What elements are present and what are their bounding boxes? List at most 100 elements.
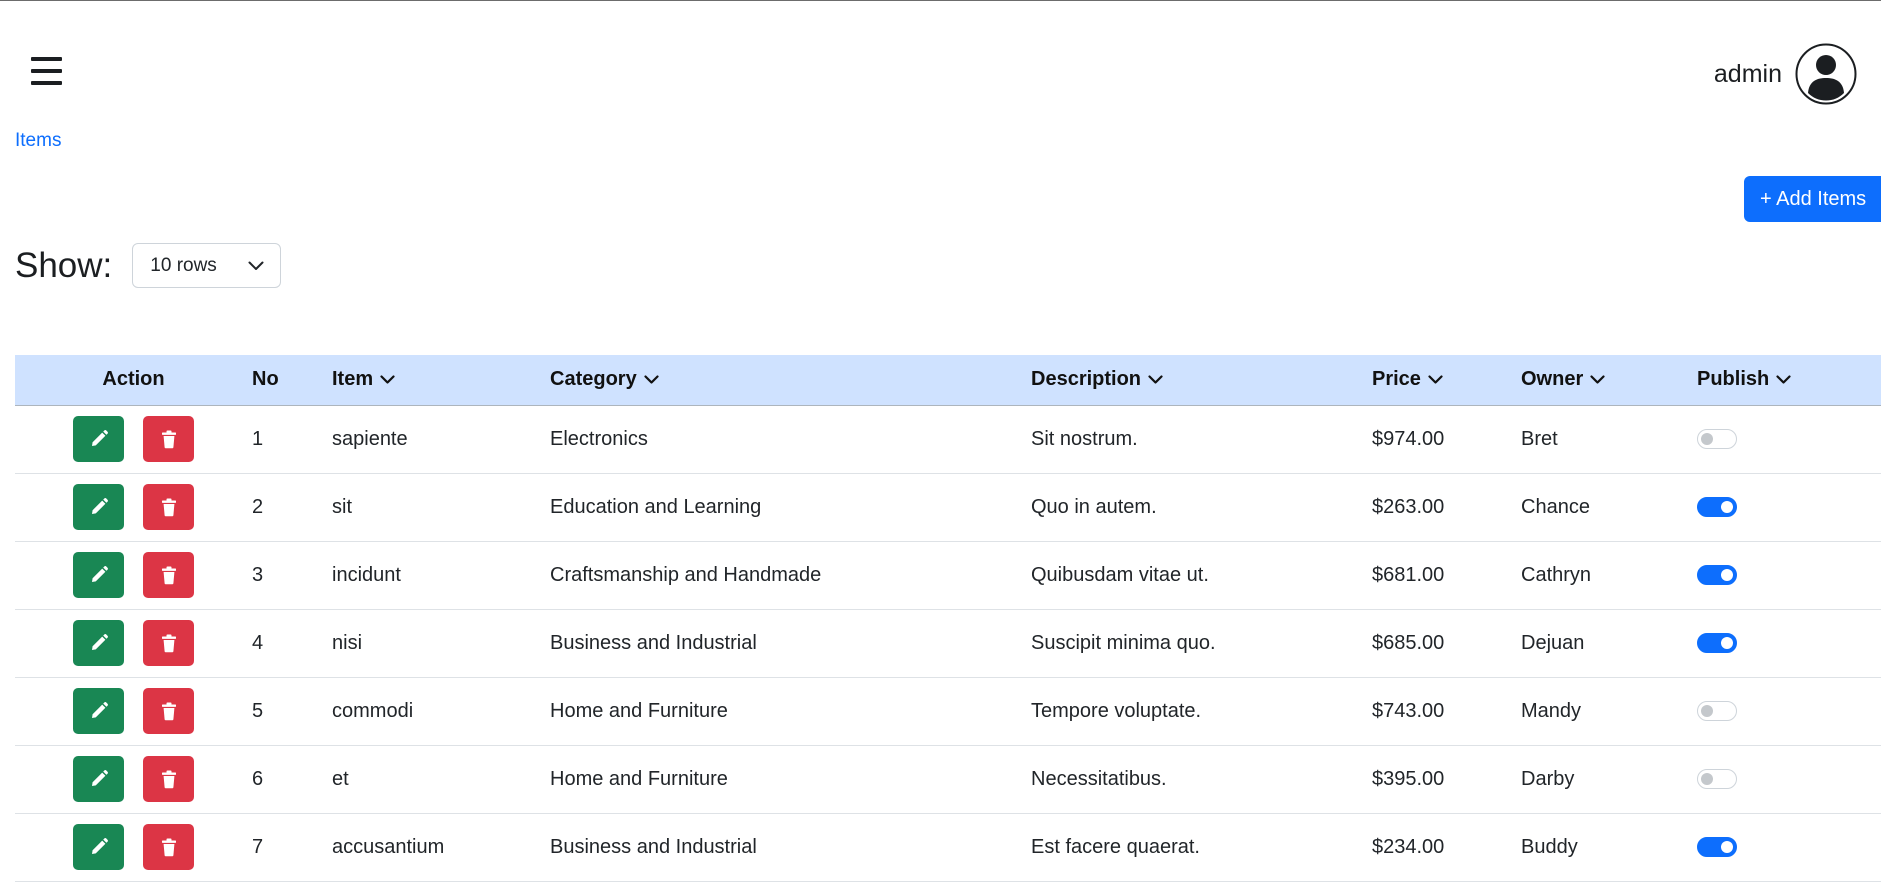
- user-menu[interactable]: admin: [1714, 43, 1857, 105]
- col-header-label: Price: [1372, 368, 1421, 391]
- sort-chevron-icon: [1428, 375, 1443, 384]
- col-header-item[interactable]: Item: [332, 355, 550, 406]
- cell-owner: Buddy: [1521, 835, 1578, 858]
- action-cell: [15, 745, 252, 813]
- cell-item: sit: [332, 495, 352, 518]
- hamburger-menu-icon[interactable]: [31, 57, 62, 85]
- table-row: 2 sit Education and Learning Quo in autem. $…: [15, 473, 1881, 541]
- cell-price: $395.00: [1372, 767, 1445, 790]
- edit-button[interactable]: [73, 484, 124, 530]
- cell-description: Est facere quaerat.: [1031, 835, 1200, 858]
- cell-item: et: [332, 767, 349, 790]
- cell-description: Quibusdam vitae ut.: [1031, 563, 1209, 586]
- cell-category: Craftsmanship and Handmade: [550, 563, 822, 586]
- cell-no: 4: [252, 631, 264, 654]
- col-header-label: Publish: [1697, 368, 1770, 391]
- cell-no: 1: [252, 427, 264, 450]
- username: admin: [1713, 59, 1782, 88]
- pencil-icon: [91, 430, 108, 446]
- table-row: 5 commodi Home and Furniture Tempore volupt…: [15, 677, 1881, 745]
- rows-select[interactable]: 10 rows: [132, 243, 282, 288]
- cell-no: 3: [252, 563, 264, 586]
- sort-chevron-icon: [1590, 375, 1605, 384]
- cell-item: commodi: [332, 699, 414, 722]
- edit-button[interactable]: [73, 416, 124, 462]
- cell-publish: [1697, 813, 1881, 881]
- publish-toggle[interactable]: [1697, 429, 1737, 450]
- cell-description: Tempore voluptate.: [1031, 699, 1202, 722]
- cell-item: accusantium: [332, 835, 445, 858]
- pencil-icon: [91, 566, 108, 582]
- trash-icon: [161, 634, 176, 653]
- edit-button[interactable]: [73, 552, 124, 598]
- publish-toggle[interactable]: [1697, 769, 1737, 790]
- cell-price: $685.00: [1372, 631, 1445, 654]
- action-cell: [15, 677, 252, 745]
- publish-toggle[interactable]: [1697, 837, 1737, 858]
- col-header-label: Description: [1031, 368, 1142, 391]
- pencil-icon: [91, 702, 108, 718]
- action-cell: [15, 813, 252, 881]
- cell-owner: Chance: [1521, 495, 1590, 518]
- chevron-down-icon: [248, 261, 264, 270]
- col-header-owner[interactable]: Owner: [1521, 355, 1697, 406]
- cell-description: Necessitatibus.: [1031, 767, 1167, 790]
- trash-icon: [161, 770, 176, 789]
- pencil-icon: [91, 634, 108, 650]
- cell-price: $681.00: [1372, 563, 1445, 586]
- items-table: Action No Item Category Description Pric…: [15, 355, 1881, 882]
- edit-button[interactable]: [73, 688, 124, 734]
- publish-toggle[interactable]: [1697, 701, 1737, 722]
- trash-icon: [161, 702, 176, 721]
- delete-button[interactable]: [143, 416, 194, 462]
- col-header-publish[interactable]: Publish: [1697, 355, 1881, 406]
- edit-button[interactable]: [73, 824, 124, 870]
- cell-publish: [1697, 541, 1881, 609]
- top-navbar: admin: [0, 1, 1881, 119]
- cell-publish: [1697, 405, 1881, 473]
- pencil-icon: [91, 498, 108, 514]
- sort-chevron-icon: [644, 375, 659, 384]
- action-cell: [15, 405, 252, 473]
- col-header-category[interactable]: Category: [550, 355, 1031, 406]
- trash-icon: [161, 430, 176, 449]
- cell-category: Home and Furniture: [550, 767, 728, 790]
- col-header-action: Action: [15, 355, 252, 406]
- delete-button[interactable]: [143, 552, 194, 598]
- rows-select-value: 10 rows: [150, 254, 217, 276]
- menu-bar: [31, 57, 62, 61]
- col-header-no: No: [252, 355, 332, 406]
- cell-publish: [1697, 609, 1881, 677]
- cell-item: incidunt: [332, 563, 401, 586]
- delete-button[interactable]: [143, 756, 194, 802]
- cell-publish: [1697, 677, 1881, 745]
- cell-price: $743.00: [1372, 699, 1445, 722]
- delete-button[interactable]: [143, 620, 194, 666]
- breadcrumb-items[interactable]: Items: [15, 130, 61, 152]
- col-header-label: Item: [332, 368, 374, 391]
- delete-button[interactable]: [143, 688, 194, 734]
- action-cell: [15, 541, 252, 609]
- action-cell: [15, 473, 252, 541]
- cell-owner: Bret: [1521, 427, 1558, 450]
- cell-price: $263.00: [1372, 495, 1445, 518]
- col-header-price[interactable]: Price: [1372, 355, 1521, 406]
- delete-button[interactable]: [143, 824, 194, 870]
- table-row: 6 et Home and Furniture Necessitatibus. $395…: [15, 745, 1881, 813]
- edit-button[interactable]: [73, 756, 124, 802]
- cell-owner: Cathryn: [1521, 563, 1592, 586]
- action-cell: [15, 609, 252, 677]
- publish-toggle[interactable]: [1697, 497, 1737, 518]
- delete-button[interactable]: [143, 484, 194, 530]
- trash-icon: [161, 566, 176, 585]
- sort-chevron-icon: [380, 375, 395, 384]
- show-label: Show:: [15, 245, 113, 285]
- edit-button[interactable]: [73, 620, 124, 666]
- col-header-description[interactable]: Description: [1031, 355, 1372, 406]
- publish-toggle[interactable]: [1697, 633, 1737, 654]
- cell-no: 5: [252, 699, 264, 722]
- add-items-button[interactable]: + Add Items: [1744, 176, 1881, 222]
- trash-icon: [161, 498, 176, 517]
- publish-toggle[interactable]: [1697, 565, 1737, 586]
- table-row: 3 incidunt Craftsmanship and Handmade Quibu…: [15, 541, 1881, 609]
